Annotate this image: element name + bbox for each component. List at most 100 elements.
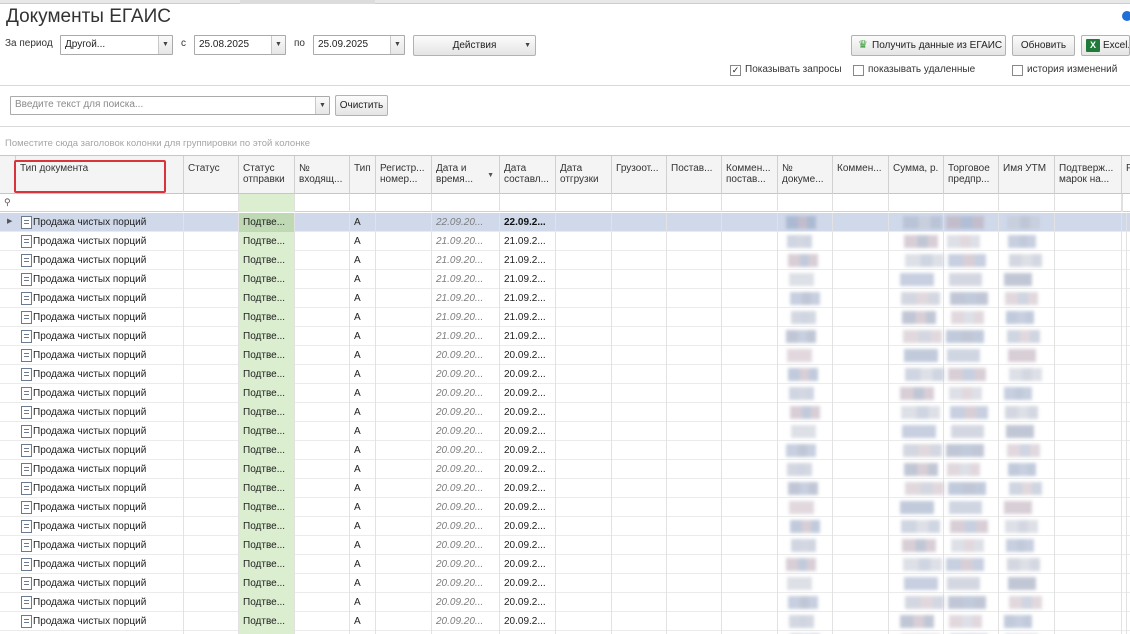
table-row[interactable]: Продажа чистых порций Подтве... А 21.09.20.… [0,232,1130,251]
get-egais-data-button[interactable]: ♛ Получить данные из ЕГАИС [851,35,1006,56]
cell-supplier-comment[interactable] [722,403,778,422]
column-header-reg-number[interactable]: Регистр... номер... [376,156,432,194]
refresh-button[interactable]: Обновить [1012,35,1075,56]
cell-compile-date[interactable]: 20.09.2... [500,593,556,612]
cell-supplier[interactable] [667,403,722,422]
cell-send-status[interactable]: Подтве... [239,232,295,251]
cell-send-status[interactable]: Подтве... [239,289,295,308]
cell-status[interactable] [184,403,239,422]
cell-supplier-comment[interactable] [722,612,778,631]
cell-comment[interactable] [833,289,889,308]
cell-shipper[interactable] [612,498,667,517]
cell-datetime[interactable]: 21.09.20... [432,327,500,346]
cell-status[interactable] [184,270,239,289]
cell-datetime[interactable]: 21.09.20... [432,308,500,327]
table-row[interactable]: Продажа чистых порций Подтве... А 20.09.20.… [0,574,1130,593]
table-row[interactable]: Продажа чистых порций Подтве... А 20.09.20.… [0,365,1130,384]
cell-extra[interactable] [1122,270,1127,289]
cell-datetime[interactable]: 20.09.20... [432,536,500,555]
cell-status[interactable] [184,517,239,536]
cell-status[interactable] [184,479,239,498]
filter-cell-trade-company[interactable] [944,194,999,212]
cell-comment[interactable] [833,327,889,346]
cell-status[interactable] [184,327,239,346]
cell-compile-date[interactable]: 20.09.2... [500,555,556,574]
cell-shipper[interactable] [612,289,667,308]
cell-supplier[interactable] [667,517,722,536]
cell-send-status[interactable]: Подтве... [239,460,295,479]
cell-incoming-number[interactable] [295,498,350,517]
cell-status[interactable] [184,384,239,403]
cell-compile-date[interactable]: 20.09.2... [500,536,556,555]
cell-doc-type[interactable]: Продажа чистых порций [16,593,184,612]
cell-doc-type[interactable]: Продажа чистых порций [16,574,184,593]
cell-extra[interactable] [1122,422,1127,441]
cell-doc-type[interactable]: Продажа чистых порций [16,365,184,384]
cell-marks-confirm[interactable] [1055,574,1122,593]
cell-send-status[interactable]: Подтве... [239,346,295,365]
filter-cell-doc-number[interactable] [778,194,833,212]
table-row[interactable]: Продажа чистых порций Подтве... А 20.09.20.… [0,479,1130,498]
cell-comment[interactable] [833,213,889,232]
cell-compile-date[interactable]: 20.09.2... [500,365,556,384]
cell-datetime[interactable]: 20.09.20... [432,441,500,460]
filter-icon[interactable]: ⚲ [4,197,11,208]
cell-ship-date[interactable] [556,479,612,498]
filter-cell-send-status[interactable] [239,194,295,212]
cell-comment[interactable] [833,517,889,536]
cell-comment[interactable] [833,346,889,365]
cell-doc-type[interactable]: Продажа чистых порций [16,536,184,555]
cell-compile-date[interactable]: 20.09.2... [500,479,556,498]
show-requests-checkbox[interactable]: ✓ Показывать запросы [730,64,845,78]
cell-comment[interactable] [833,308,889,327]
cell-supplier[interactable] [667,327,722,346]
cell-reg-number[interactable] [376,422,432,441]
cell-kind[interactable]: А [350,536,376,555]
cell-comment[interactable] [833,251,889,270]
cell-extra[interactable] [1122,251,1127,270]
cell-send-status[interactable]: Подтве... [239,517,295,536]
cell-shipper[interactable] [612,536,667,555]
cell-supplier-comment[interactable] [722,270,778,289]
filter-cell-kind[interactable] [350,194,376,212]
cell-supplier-comment[interactable] [722,441,778,460]
filter-cell-extra[interactable] [1122,194,1123,212]
column-header-incoming-number[interactable]: № входящ... [295,156,350,194]
cell-reg-number[interactable] [376,403,432,422]
filter-cell-supplier[interactable] [667,194,722,212]
history-checkbox[interactable]: история изменений [1012,64,1122,78]
cell-marks-confirm[interactable] [1055,441,1122,460]
cell-incoming-number[interactable] [295,593,350,612]
cell-send-status[interactable]: Подтве... [239,479,295,498]
cell-incoming-number[interactable] [295,536,350,555]
cell-incoming-number[interactable] [295,612,350,631]
table-row[interactable]: Продажа чистых порций Подтве... А 20.09.20.… [0,441,1130,460]
filter-cell-sum[interactable] [889,194,944,212]
sort-desc-icon[interactable]: ▼ [487,170,494,181]
cell-reg-number[interactable] [376,346,432,365]
cell-doc-type[interactable]: Продажа чистых порций [16,384,184,403]
cell-kind[interactable]: А [350,422,376,441]
column-header-trade-company[interactable]: Торговое предпр... [944,156,999,194]
cell-status[interactable] [184,555,239,574]
cell-status[interactable] [184,612,239,631]
cell-ship-date[interactable] [556,498,612,517]
cell-compile-date[interactable]: 21.09.2... [500,232,556,251]
cell-ship-date[interactable] [556,213,612,232]
cell-compile-date[interactable]: 20.09.2... [500,460,556,479]
cell-shipper[interactable] [612,270,667,289]
cell-comment[interactable] [833,384,889,403]
cell-status[interactable] [184,289,239,308]
cell-send-status[interactable]: Подтве... [239,308,295,327]
cell-supplier-comment[interactable] [722,346,778,365]
table-row[interactable]: Продажа чистых порций Подтве... А 20.09.20.… [0,498,1130,517]
cell-reg-number[interactable] [376,270,432,289]
cell-incoming-number[interactable] [295,270,350,289]
cell-doc-type[interactable]: Продажа чистых порций [16,232,184,251]
cell-supplier[interactable] [667,574,722,593]
cell-shipper[interactable] [612,460,667,479]
cell-ship-date[interactable] [556,517,612,536]
cell-send-status[interactable]: Подтве... [239,403,295,422]
cell-datetime[interactable]: 21.09.20... [432,232,500,251]
window-tab[interactable] [240,0,375,4]
